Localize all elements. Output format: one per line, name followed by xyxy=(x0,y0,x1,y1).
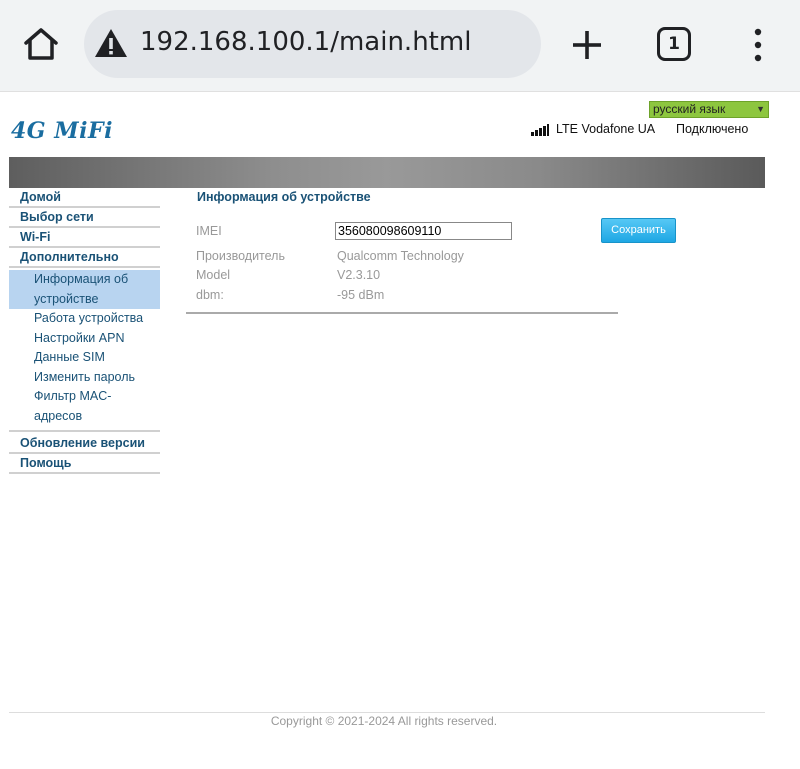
sidebar-item-network-select[interactable]: Выбор сети xyxy=(9,208,160,228)
footer-divider xyxy=(9,712,765,713)
sidebar-subitem-device-operation[interactable]: Работа устройства xyxy=(9,309,160,329)
sidebar-item-advanced[interactable]: Дополнительно xyxy=(9,248,160,268)
dbm-value: -95 dBm xyxy=(337,288,385,302)
more-vert-icon[interactable] xyxy=(751,28,765,62)
sidebar-subitem-label: адресов xyxy=(34,408,83,423)
browser-toolbar: 192.168.100.1/main.html 1 xyxy=(0,0,800,92)
imei-label: IMEI xyxy=(196,224,222,238)
sidebar-subitem-device-info[interactable]: Информация об устройстве xyxy=(9,270,160,309)
sidebar-item-help[interactable]: Помощь xyxy=(9,454,160,474)
header-banner xyxy=(9,157,765,188)
divider xyxy=(186,312,618,314)
imei-field[interactable] xyxy=(335,222,512,240)
copyright: Copyright © 2021-2024 All rights reserve… xyxy=(270,714,498,728)
sidebar-subitem-change-password[interactable]: Изменить пароль xyxy=(9,368,160,388)
home-icon[interactable] xyxy=(22,26,60,62)
chevron-down-icon: ▼ xyxy=(756,104,765,114)
language-select-value: русский язык xyxy=(653,102,726,116)
save-button[interactable]: Сохранить xyxy=(601,218,676,243)
manufacturer-label: Производитель xyxy=(196,249,285,263)
sidebar-subitem-apn-settings[interactable]: Настройки APN xyxy=(9,329,160,349)
plus-icon[interactable] xyxy=(570,28,604,62)
page-title: Информация об устройстве xyxy=(197,190,371,204)
sidebar: Домой Выбор сети Wi-Fi Дополнительно Инф… xyxy=(9,188,160,474)
network-name: LTE Vodafone UA xyxy=(556,122,656,136)
sidebar-item-firmware-update[interactable]: Обновление версии xyxy=(9,434,160,454)
url-text[interactable]: 192.168.100.1/main.html xyxy=(140,27,471,57)
warning-icon[interactable] xyxy=(94,28,128,58)
connection-status: Подключено xyxy=(676,122,749,136)
language-select[interactable]: русский язык ▼ xyxy=(649,101,769,118)
sidebar-subitem-mac-filter[interactable]: Фильтр MAC- адресов xyxy=(9,387,160,426)
sidebar-item-home[interactable]: Домой xyxy=(9,188,160,208)
sidebar-subitem-sim-data[interactable]: Данные SIM xyxy=(9,348,160,368)
dbm-label: dbm: xyxy=(196,288,224,302)
logo: 4G MiFi xyxy=(11,118,113,144)
manufacturer-value: Qualcomm Technology xyxy=(337,249,464,263)
sidebar-subitem-label: устройстве xyxy=(34,291,99,306)
signal-icon xyxy=(531,124,549,136)
model-label: Model xyxy=(196,268,231,282)
sidebar-submenu: Информация об устройстве Работа устройст… xyxy=(9,270,160,432)
sidebar-subitem-label: Информация об xyxy=(34,272,129,286)
tabs-icon[interactable]: 1 xyxy=(657,27,691,61)
sidebar-item-wifi[interactable]: Wi-Fi xyxy=(9,228,160,248)
sidebar-subitem-label: Фильтр MAC- xyxy=(34,389,112,403)
model-value: V2.3.10 xyxy=(337,268,381,282)
